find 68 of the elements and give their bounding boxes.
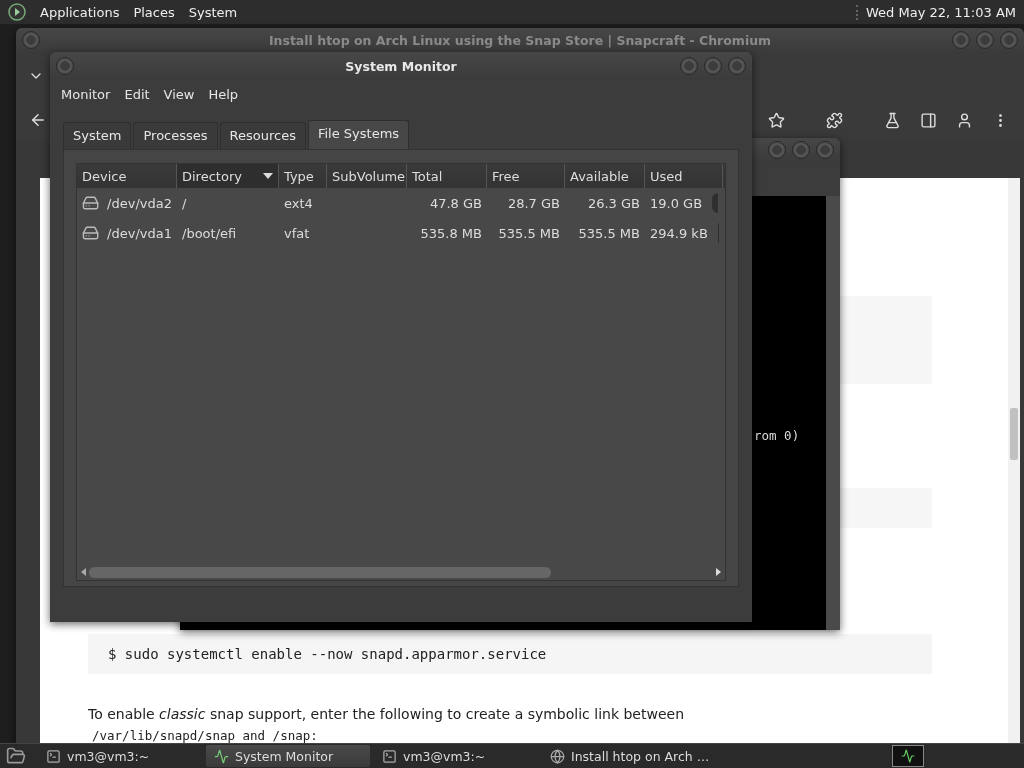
window-button[interactable] [976,31,994,49]
scroll-left-icon[interactable] [80,568,88,576]
terminal-text: rom 0) [754,428,800,443]
usage-bar [712,193,718,213]
table-cell: / [182,195,187,211]
column-header[interactable]: Type [279,164,327,188]
show-desktop-icon[interactable] [6,746,26,766]
table-cell: 28.7 GB [507,195,560,211]
window-menu-button[interactable] [56,57,74,75]
taskbar-item[interactable]: System Monitor [206,745,370,767]
table-cell: 535.5 MB [498,225,560,241]
activity-icon [901,749,915,763]
logo-icon[interactable] [8,3,26,21]
column-header[interactable]: Total [407,164,487,188]
menu-item[interactable]: Monitor [54,86,118,102]
window-button[interactable] [768,141,786,159]
tab[interactable]: File Systems [307,120,410,149]
table-cell: 26.3 GB [587,195,640,211]
table-cell: /dev/vda1 [107,225,172,241]
table-cell: /dev/vda2 [107,195,172,211]
window-button[interactable] [816,141,834,159]
menu-item[interactable]: Edit [117,86,157,102]
column-header[interactable]: Available [565,164,645,188]
window-button[interactable] [952,31,970,49]
menu-item[interactable]: View [156,86,202,102]
window-title: System Monitor [345,58,457,74]
tab[interactable]: Resources [219,122,306,149]
table-cell: 19.0 GB [650,195,703,211]
activity-icon [214,748,229,764]
scrollbar[interactable] [826,196,840,630]
table-cell: vfat [284,225,310,241]
panel-menu[interactable]: System [188,4,238,20]
table-cell: 535.5 MB [578,225,640,241]
scroll-right-icon[interactable] [714,568,722,576]
taskbar-item[interactable]: Install htop on Arch … [542,745,722,767]
table-cell: 294.9 kB [650,225,708,241]
tab[interactable]: Processes [133,122,218,149]
menu-item[interactable]: Help [201,86,246,102]
terminal-icon [46,748,61,764]
code-block: $ sudo systemctl enable --now snapd.apparmor.service [88,634,932,674]
table-cell: 47.8 GB [429,195,482,211]
sort-arrow-icon [263,173,273,179]
clock[interactable]: Wed May 22, 11:03 AM [856,4,1016,20]
globe-icon [550,748,565,764]
window-menu-button[interactable] [22,31,40,49]
table-cell: 535.8 MB [420,225,482,241]
tab[interactable]: System [63,122,132,149]
paragraph: To enable classic snap support, enter the following to create a symbolic link between [88,706,684,722]
workspace-switcher[interactable] [892,745,924,767]
column-header[interactable]: Free [487,164,565,188]
column-header[interactable]: SubVolume [327,164,407,188]
panel-menu[interactable]: Places [133,4,175,20]
taskbar-item[interactable]: vm3@vm3:~ [38,745,202,767]
terminal-icon [382,748,397,764]
taskbar-item[interactable]: vm3@vm3:~ [374,745,538,767]
column-header[interactable]: Directory [177,164,279,188]
window-button[interactable] [728,57,746,75]
window-button[interactable] [704,57,722,75]
window-button[interactable] [680,57,698,75]
table-cell: ext4 [284,195,313,211]
window-title: Install htop on Arch Linux using the Snap Store | Snapcraft - Chromium [268,32,772,48]
window-button[interactable] [1000,31,1018,49]
column-header[interactable]: Used [645,164,723,188]
table-cell: /boot/efi [182,225,237,241]
window-button[interactable] [792,141,810,159]
scrollbar[interactable] [1008,178,1020,744]
code-text: /var/lib/snapd/snap and /snap: [92,728,318,743]
panel-menu[interactable]: Applications [40,4,120,20]
